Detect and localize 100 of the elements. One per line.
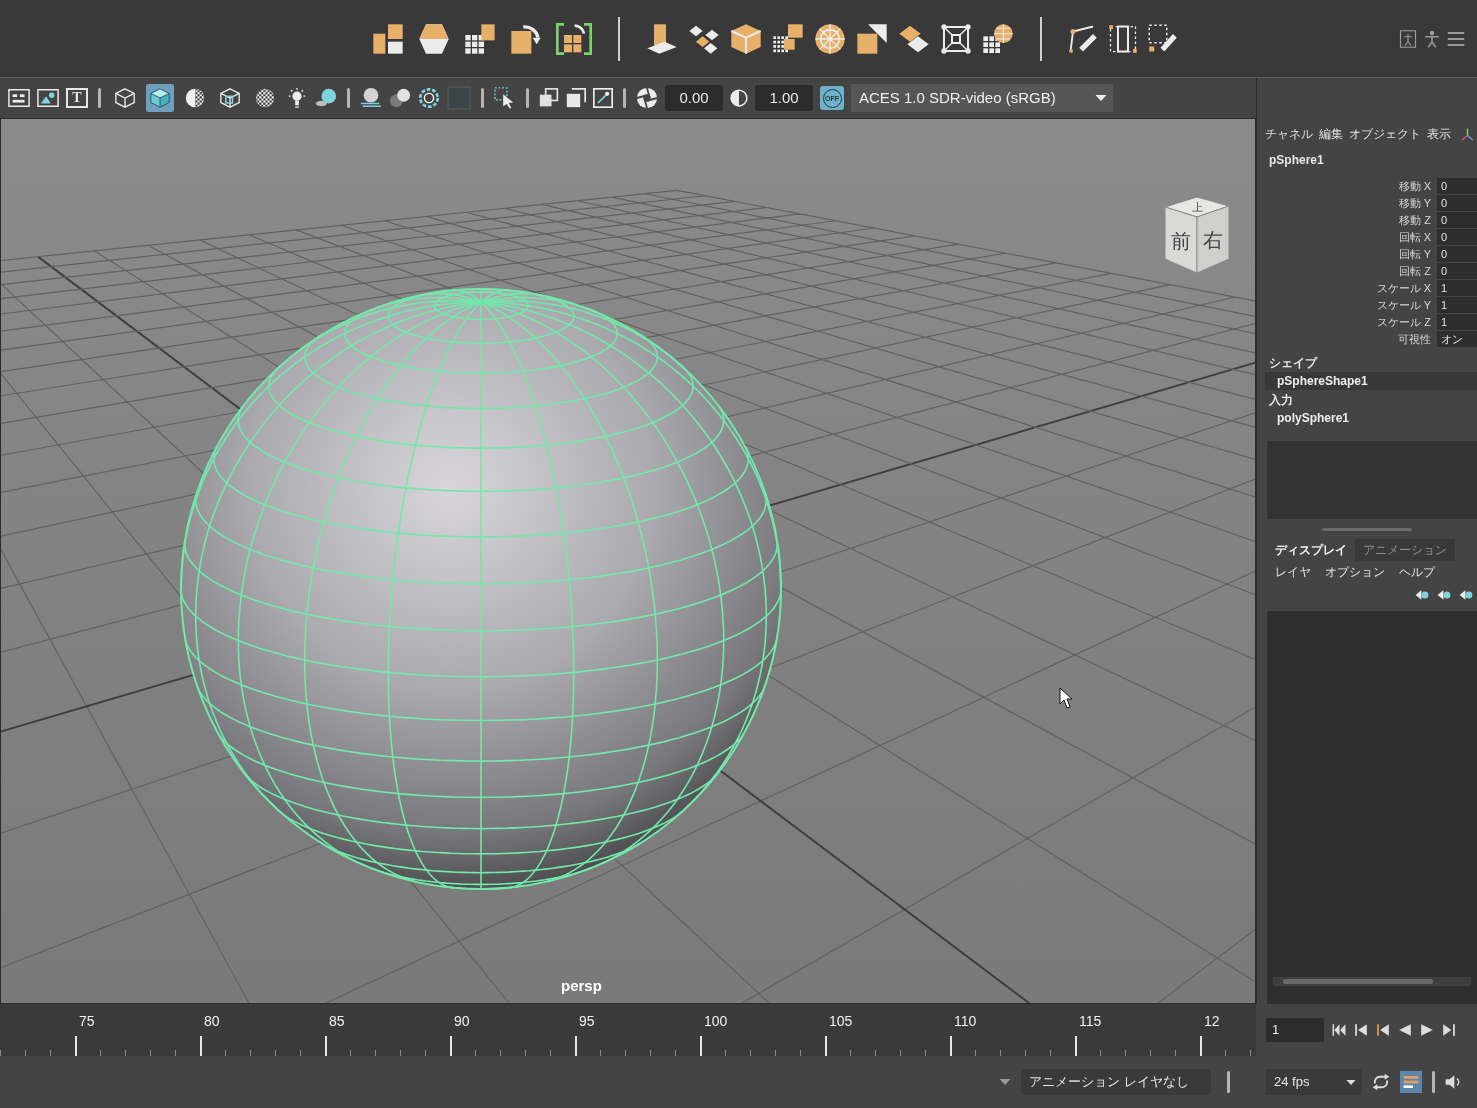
step-back-frame-icon[interactable] [1376,1023,1390,1037]
layer-editor-tab[interactable]: ディスプレイ [1267,539,1355,561]
sphere-over-lines-icon[interactable] [360,87,382,109]
loop-icon[interactable] [1372,1073,1390,1091]
frame-number: 75 [78,1014,95,1028]
channel-label: 移動 X [1397,178,1432,194]
channel-field[interactable]: 0 [1437,178,1477,194]
channel-field[interactable]: 0 [1437,229,1477,245]
layer-editor-menu[interactable]: オプション [1325,563,1385,581]
horizontal-scrollbar[interactable] [1273,977,1471,986]
cube-in-cube-icon [220,88,240,108]
gamma-field[interactable]: 1.00 [755,85,813,111]
channel-field[interactable]: 1 [1437,297,1477,313]
layer-editor-tab[interactable]: アニメーション [1355,539,1455,561]
overlapping-squares-icon[interactable] [539,88,559,108]
image-plane-icon[interactable] [37,87,59,109]
channel-label: 回転 Y [1397,246,1432,262]
aperture-icon[interactable] [636,87,658,109]
timeline-ruler[interactable]: 75 80 85 90 95 100 105 110 115 12 [0,1004,1256,1056]
splitter-handle[interactable] [1322,527,1412,531]
viewport-canvas[interactable]: 上 前 右 persp [0,118,1256,1004]
bevel-cube-icon[interactable] [730,22,762,55]
caret-down-icon[interactable] [1095,94,1107,102]
frame-number: 110 [953,1014,977,1028]
frame-number: 90 [453,1014,470,1028]
channel-box-menu[interactable]: 表示 [1427,125,1451,143]
fps-dropdown[interactable]: 24 fps [1266,1069,1362,1095]
current-frame-field[interactable]: 1 [1266,1018,1324,1042]
frame-number: 100 [703,1014,728,1028]
step-back-key-icon[interactable] [1354,1023,1368,1037]
dotted-pen-icon[interactable] [1148,23,1178,54]
split-grid-icon[interactable] [772,22,804,55]
channel-label: 回転 X [1397,229,1432,245]
gem-icon[interactable] [418,22,450,55]
channel-field[interactable]: 0 [1437,195,1477,211]
list-icon[interactable] [1447,29,1465,48]
frame-number: 80 [203,1014,220,1028]
channel-field[interactable]: 1 [1437,314,1477,330]
animation-layer-dropdown[interactable]: アニメーション レイヤなし [1021,1069,1211,1095]
channel-field[interactable]: 0 [1437,263,1477,279]
channel-field[interactable]: オン [1437,331,1477,347]
layer-editor-menu[interactable]: ヘルプ [1399,563,1435,581]
square-corner-icon[interactable] [566,88,586,108]
caret-down-icon[interactable] [1346,1078,1356,1086]
shape-node-item[interactable]: pSphereShape1 [1265,372,1477,390]
square-arrow-icon[interactable] [510,22,542,55]
channel-label: 回転 Z [1398,263,1432,279]
channel-box-menu[interactable]: オブジェクト [1349,125,1421,143]
type-button[interactable]: T [66,88,88,108]
channel-field[interactable]: 0 [1437,246,1477,262]
mouse-pointer-icon [1059,687,1073,709]
two-spheres-icon[interactable] [389,87,411,109]
pen-line-icon[interactable] [1068,23,1098,54]
channel-label: 移動 Z [1398,212,1432,228]
frame-number: 95 [578,1014,595,1028]
axis-icon[interactable] [1461,127,1474,141]
layer-editor-menu[interactable]: レイヤ [1275,563,1311,581]
channel-box-menu[interactable]: 編集 [1319,125,1343,143]
half-checker-sphere-icon [185,88,205,108]
panel-layout-icon[interactable] [8,87,30,109]
caret-down-icon[interactable] [999,1078,1011,1086]
shadow-sphere-icon[interactable] [315,87,337,109]
exposure-field[interactable]: 0.00 [665,85,723,111]
figure-icon[interactable] [1423,29,1441,48]
half-circle-icon[interactable] [730,89,748,107]
channel-label: スケール Y [1375,297,1432,313]
wheel-icon[interactable] [814,22,846,55]
column-frame-icon[interactable] [1108,23,1138,54]
view-transform-dropdown[interactable]: ACES 1.0 SDR-video (sRGB) [851,84,1113,112]
grid-tile-icon[interactable] [464,22,496,55]
cage-figure-icon[interactable] [1399,29,1417,48]
channel-label: 可視性 [1397,331,1432,347]
object-name[interactable]: pSphere1 [1257,152,1477,168]
split-square-icon[interactable] [856,22,888,55]
light-bulb-icon[interactable] [286,87,308,109]
layer-arrow-icon[interactable] [1459,589,1473,601]
bracketed-grid-icon[interactable] [556,22,592,55]
selection-box-icon[interactable] [494,87,516,109]
dotted-ring-icon[interactable] [418,87,440,109]
key-frame-stripes-icon [1403,1074,1419,1090]
wireframe-cube-icon [115,88,135,108]
grid-sphere-icon[interactable] [982,22,1014,55]
input-node-item[interactable]: polySphere1 [1257,409,1477,427]
channel-field[interactable]: 1 [1437,280,1477,296]
speaker-icon[interactable] [1445,1074,1461,1090]
layer-arrow-icon[interactable] [1437,589,1451,601]
play-backwards-icon[interactable] [1398,1023,1412,1037]
play-forwards-icon[interactable] [1420,1023,1434,1037]
frame-number: 85 [328,1014,345,1028]
channel-box-menu[interactable]: チャネル [1265,125,1313,143]
shaded-cube-icon [150,88,170,108]
section-heading: シェイプ [1268,355,1319,372]
go-to-end-icon[interactable] [1442,1023,1456,1037]
blocks-icon[interactable] [372,22,404,55]
layer-arrow-icon[interactable] [1415,589,1429,601]
auto-key-button[interactable] [1400,1071,1422,1093]
channel-field[interactable]: 0 [1437,212,1477,228]
go-to-start-icon[interactable] [1332,1023,1346,1037]
framed-square-icon[interactable] [940,22,972,55]
extrude-block-icon[interactable] [646,22,678,55]
